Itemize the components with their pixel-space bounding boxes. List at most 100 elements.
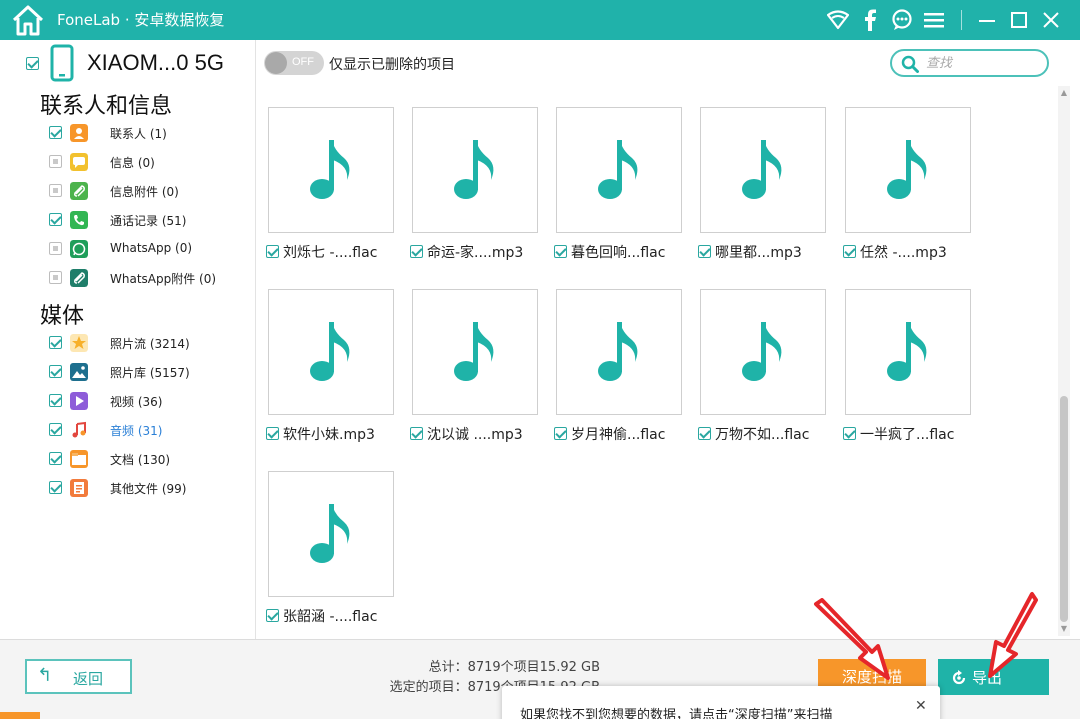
hint-text: 如果您找不到您想要的数据，请点击“深度扫描”来扫描 xyxy=(520,708,833,719)
file-item[interactable]: 一半疯了...flac xyxy=(843,424,983,444)
photo-library-checkbox[interactable] xyxy=(49,365,62,378)
whatsapp-checkbox[interactable] xyxy=(49,242,62,255)
deleted-only-toggle[interactable]: OFF xyxy=(264,51,324,75)
sidebar-item-message-attachments[interactable]: 信息附件 (0) xyxy=(0,177,255,205)
file-checkbox[interactable] xyxy=(698,427,711,440)
video-checkbox[interactable] xyxy=(49,394,62,407)
photo-stream-label: 照片流 (3214) xyxy=(110,337,190,351)
scroll-thumb[interactable] xyxy=(1060,396,1068,622)
back-button[interactable]: ↰ 返回 xyxy=(25,659,132,694)
file-tile[interactable] xyxy=(700,107,826,233)
device-name: XIAOM...0 5G xyxy=(87,50,224,75)
category-sidebar: XIAOM...0 5G 联系人和信息 联系人 (1) 信息 (0) 信息附件 … xyxy=(0,40,256,640)
sidebar-item-whatsapp[interactable]: WhatsApp (0) xyxy=(0,235,255,263)
file-tile[interactable] xyxy=(845,289,971,415)
file-tile[interactable] xyxy=(556,107,682,233)
scroll-down-arrow-icon[interactable]: ▼ xyxy=(1058,622,1070,636)
file-checkbox[interactable] xyxy=(698,245,711,258)
minimize-icon[interactable] xyxy=(972,5,1002,35)
file-checkbox[interactable] xyxy=(843,427,856,440)
video-icon xyxy=(70,392,88,410)
music-note-icon xyxy=(742,322,782,381)
sidebar-item-video[interactable]: 视频 (36) xyxy=(0,387,255,415)
maximize-icon[interactable] xyxy=(1004,5,1034,35)
title-bar: FoneLab · 安卓数据恢复 xyxy=(0,0,1080,40)
file-tile[interactable] xyxy=(268,471,394,597)
file-checkbox[interactable] xyxy=(843,245,856,258)
file-name: 岁月神偷...flac xyxy=(571,427,666,443)
other-files-icon xyxy=(70,479,88,497)
deep-scan-hint-tooltip: 如果您找不到您想要的数据，请点击“深度扫描”来扫描 ✕ xyxy=(502,686,940,719)
annotation-arrow-icon xyxy=(814,598,890,680)
facebook-icon[interactable] xyxy=(855,5,885,35)
file-tile[interactable] xyxy=(845,107,971,233)
home-icon[interactable] xyxy=(10,3,46,37)
whatsapp-attachments-checkbox[interactable] xyxy=(49,271,62,284)
sidebar-item-contacts[interactable]: 联系人 (1) xyxy=(0,119,255,147)
message-attachments-checkbox[interactable] xyxy=(49,184,62,197)
back-arrow-icon: ↰ xyxy=(37,665,53,686)
file-item[interactable]: 暮色回响...flac xyxy=(554,242,694,262)
sidebar-item-documents[interactable]: 文档 (130) xyxy=(0,445,255,473)
sidebar-item-call-log[interactable]: 通话记录 (51) xyxy=(0,206,255,234)
file-item[interactable]: 张韶涵 -....flac xyxy=(266,606,406,626)
file-tile[interactable] xyxy=(268,107,394,233)
file-item[interactable]: 哪里都...mp3 xyxy=(698,242,838,262)
file-checkbox[interactable] xyxy=(266,427,279,440)
music-note-icon xyxy=(454,322,494,381)
toggle-state-label: OFF xyxy=(292,56,314,68)
chat-icon[interactable] xyxy=(887,5,917,35)
file-item[interactable]: 命运-家....mp3 xyxy=(410,242,550,262)
contacts-checkbox[interactable] xyxy=(49,126,62,139)
file-name: 刘烁七 -....flac xyxy=(283,245,378,261)
file-item[interactable]: 沈以诚 ....mp3 xyxy=(410,424,550,444)
message-icon xyxy=(70,153,88,171)
app-window: FoneLab · 安卓数据恢复 XIAOM...0 5G 联系人和信息 联系人… xyxy=(0,0,1080,719)
close-icon[interactable] xyxy=(1036,5,1066,35)
file-checkbox[interactable] xyxy=(554,427,567,440)
audio-checkbox[interactable] xyxy=(49,423,62,436)
sidebar-item-photo-library[interactable]: 照片库 (5157) xyxy=(0,358,255,386)
contacts-icon xyxy=(70,124,88,142)
file-checkbox[interactable] xyxy=(554,245,567,258)
file-checkbox[interactable] xyxy=(410,245,423,258)
file-tile[interactable] xyxy=(412,289,538,415)
wifi-icon[interactable] xyxy=(823,5,853,35)
document-icon xyxy=(70,450,88,468)
sidebar-item-other-files[interactable]: 其他文件 (99) xyxy=(0,474,255,502)
file-tile[interactable] xyxy=(268,289,394,415)
file-name: 万物不如...flac xyxy=(715,427,810,443)
call-log-checkbox[interactable] xyxy=(49,213,62,226)
menu-icon[interactable] xyxy=(919,5,949,35)
close-icon[interactable]: ✕ xyxy=(915,698,927,714)
file-item[interactable]: 岁月神偷...flac xyxy=(554,424,694,444)
file-checkbox[interactable] xyxy=(266,245,279,258)
sidebar-item-audio[interactable]: 音频 (31) xyxy=(0,416,255,444)
scroll-up-arrow-icon[interactable]: ▲ xyxy=(1058,86,1070,100)
photo-stream-checkbox[interactable] xyxy=(49,336,62,349)
messages-checkbox[interactable] xyxy=(49,155,62,168)
file-tile[interactable] xyxy=(556,289,682,415)
file-item[interactable]: 万物不如...flac xyxy=(698,424,838,444)
file-item[interactable]: 刘烁七 -....flac xyxy=(266,242,406,262)
search-input[interactable] xyxy=(926,54,1041,72)
deleted-only-label: 仅显示已删除的项目 xyxy=(329,57,455,73)
sidebar-item-whatsapp-attachments[interactable]: WhatsApp附件 (0) xyxy=(0,264,255,292)
whatsapp-attachments-label: WhatsApp附件 (0) xyxy=(110,272,217,286)
attachment-icon xyxy=(70,182,88,200)
file-item[interactable]: 软件小妹.mp3 xyxy=(266,424,406,444)
file-checkbox[interactable] xyxy=(266,609,279,622)
other-files-checkbox[interactable] xyxy=(49,481,62,494)
search-box[interactable] xyxy=(890,49,1049,77)
file-tile[interactable] xyxy=(412,107,538,233)
grid-scrollbar[interactable]: ▲ ▼ xyxy=(1058,86,1070,636)
sidebar-item-messages[interactable]: 信息 (0) xyxy=(0,148,255,176)
file-checkbox[interactable] xyxy=(410,427,423,440)
back-button-label: 返回 xyxy=(73,670,104,688)
file-tile[interactable] xyxy=(700,289,826,415)
documents-checkbox[interactable] xyxy=(49,452,62,465)
file-item[interactable]: 任然 -....mp3 xyxy=(843,242,983,262)
export-icon xyxy=(952,670,966,685)
sidebar-item-photo-stream[interactable]: 照片流 (3214) xyxy=(0,329,255,357)
device-checkbox[interactable] xyxy=(26,57,39,70)
